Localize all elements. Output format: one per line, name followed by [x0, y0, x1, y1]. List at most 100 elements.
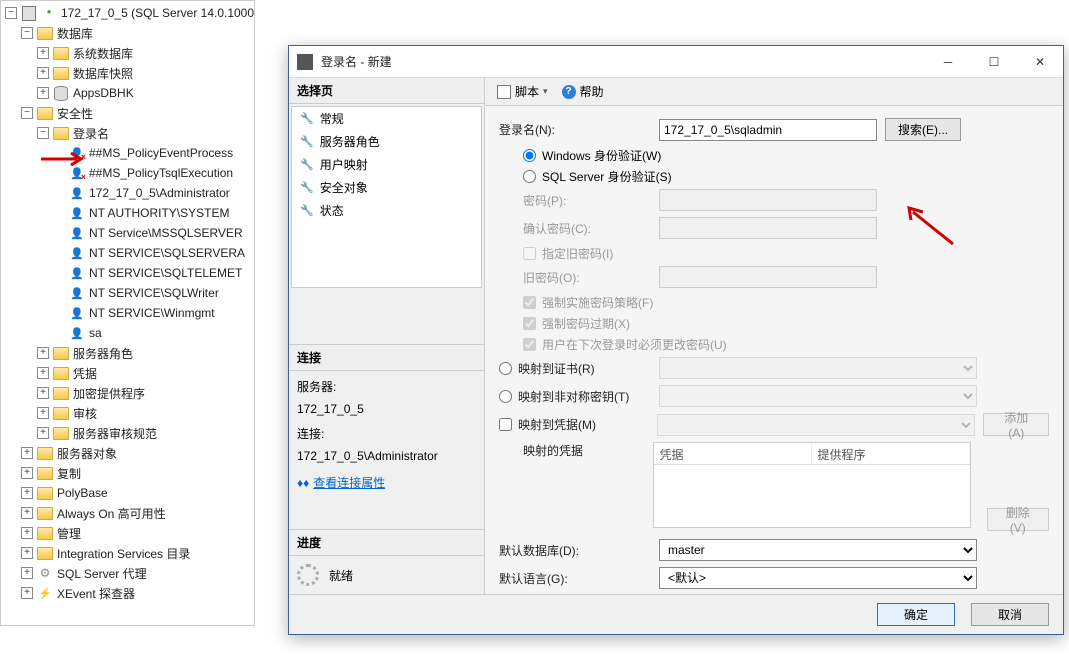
connection-label: 连接:: [297, 424, 476, 446]
expand-icon[interactable]: +: [21, 587, 33, 599]
sys-db-node[interactable]: +系统数据库: [1, 43, 254, 63]
mapped-creds-label: 映射的凭据: [499, 442, 653, 459]
replication-node[interactable]: +复制: [1, 463, 254, 483]
page-server-roles[interactable]: 🔧服务器角色: [292, 130, 481, 153]
old-password-input: [659, 266, 877, 288]
expand-icon[interactable]: +: [21, 447, 33, 459]
form-general: 登录名(N): 搜索(E)... Windows 身份验证(W) SQL Ser…: [485, 106, 1063, 594]
server-roles-node[interactable]: +服务器角色: [1, 343, 254, 363]
tree-label: 172_17_0_5\Administrator: [89, 186, 230, 200]
expand-icon[interactable]: +: [21, 467, 33, 479]
login-item[interactable]: NT SERVICE\SQLTELEMET: [1, 263, 254, 283]
expand-icon[interactable]: +: [37, 67, 49, 79]
server-node[interactable]: −172_17_0_5 (SQL Server 14.0.1000.1: [1, 3, 254, 23]
help-button[interactable]: ?帮助: [558, 81, 608, 102]
expand-icon[interactable]: +: [37, 427, 49, 439]
credentials-node[interactable]: +凭据: [1, 363, 254, 383]
folder-icon: [53, 425, 69, 441]
login-item[interactable]: NT SERVICE\SQLWriter: [1, 283, 254, 303]
map-cred-check[interactable]: [499, 418, 512, 431]
maximize-button[interactable]: ☐: [971, 47, 1017, 77]
server-objects-node[interactable]: +服务器对象: [1, 443, 254, 463]
expand-icon[interactable]: +: [21, 547, 33, 559]
map-cert-radio[interactable]: [499, 362, 512, 375]
expand-icon[interactable]: +: [37, 387, 49, 399]
login-disabled-icon: [69, 165, 85, 181]
page-securables[interactable]: 🔧 安全对象: [292, 176, 481, 199]
login-name-input[interactable]: [659, 119, 877, 141]
minimize-button[interactable]: ─: [925, 47, 971, 77]
integration-node[interactable]: +Integration Services 目录: [1, 543, 254, 563]
login-item[interactable]: sa: [1, 323, 254, 343]
login-name-label: 登录名(N):: [499, 121, 659, 138]
alwayson-node[interactable]: +Always On 高可用性: [1, 503, 254, 523]
titlebar[interactable]: 登录名 - 新建 ─ ☐ ✕: [289, 46, 1063, 78]
must-change-label: 用户在下次登录时必须更改密码(U): [542, 336, 727, 353]
folder-icon: [37, 525, 53, 541]
login-item[interactable]: NT AUTHORITY\SYSTEM: [1, 203, 254, 223]
confirm-password-input: [659, 217, 877, 239]
expand-icon[interactable]: +: [37, 47, 49, 59]
expand-icon[interactable]: +: [21, 487, 33, 499]
sql-auth-radio[interactable]: [523, 170, 536, 183]
tree-label: 服务器审核规范: [73, 425, 157, 442]
collapse-icon[interactable]: −: [21, 107, 33, 119]
status-dot-icon: [41, 5, 57, 21]
search-button[interactable]: 搜索(E)...: [885, 118, 961, 141]
expand-icon[interactable]: +: [37, 407, 49, 419]
security-node[interactable]: −安全性: [1, 103, 254, 123]
page-status[interactable]: 🔧状态: [292, 199, 481, 222]
script-button[interactable]: 脚本: [493, 81, 552, 102]
login-item[interactable]: NT SERVICE\SQLSERVERA: [1, 243, 254, 263]
sql-agent-node[interactable]: +SQL Server 代理: [1, 563, 254, 583]
ok-button[interactable]: 确定: [877, 603, 955, 626]
folder-icon: [53, 365, 69, 381]
object-explorer[interactable]: −172_17_0_5 (SQL Server 14.0.1000.1 −数据库…: [0, 0, 255, 626]
windows-auth-radio[interactable]: [523, 149, 536, 162]
audit-node[interactable]: +审核: [1, 403, 254, 423]
collapse-icon[interactable]: −: [21, 27, 33, 39]
help-label: 帮助: [580, 83, 604, 100]
polybase-node[interactable]: +PolyBase: [1, 483, 254, 503]
enforce-policy-label: 强制实施密码策略(F): [542, 294, 653, 311]
databases-node[interactable]: −数据库: [1, 23, 254, 43]
login-item[interactable]: NT Service\MSSQLSERVER: [1, 223, 254, 243]
crypto-providers-node[interactable]: +加密提供程序: [1, 383, 254, 403]
login-item[interactable]: ##MS_PolicyTsqlExecution: [1, 163, 254, 183]
management-node[interactable]: +管理: [1, 523, 254, 543]
collapse-icon[interactable]: −: [37, 127, 49, 139]
tree-label: ##MS_PolicyTsqlExecution: [89, 166, 233, 180]
collapse-icon[interactable]: −: [5, 7, 17, 19]
server-audit-spec-node[interactable]: + 服务器审核规范: [1, 423, 254, 443]
page-general[interactable]: 🔧常规: [292, 107, 481, 130]
view-connection-link[interactable]: 查看连接属性: [313, 476, 385, 490]
wrench-icon: 🔧: [300, 181, 314, 194]
credentials-table[interactable]: 凭据 提供程序: [653, 442, 971, 528]
default-db-combo[interactable]: master: [659, 539, 977, 561]
folder-icon: [53, 345, 69, 361]
expand-icon[interactable]: +: [21, 507, 33, 519]
user-db-node[interactable]: +AppsDBHK: [1, 83, 254, 103]
logins-node[interactable]: −登录名: [1, 123, 254, 143]
page-label: 安全对象: [320, 179, 368, 196]
expand-icon[interactable]: +: [37, 367, 49, 379]
expand-icon[interactable]: +: [37, 87, 49, 99]
expand-icon[interactable]: +: [37, 347, 49, 359]
connection-info: 服务器: 172_17_0_5 连接: 172_17_0_5\Administr…: [289, 371, 484, 501]
map-asym-radio[interactable]: [499, 390, 512, 403]
login-item[interactable]: ##MS_PolicyEventProcess: [1, 143, 254, 163]
page-user-mapping[interactable]: 🔧用户映射: [292, 153, 481, 176]
default-lang-combo[interactable]: <默认>: [659, 567, 977, 589]
folder-icon: [37, 505, 53, 521]
login-item[interactable]: 172_17_0_5\Administrator: [1, 183, 254, 203]
close-button[interactable]: ✕: [1017, 47, 1063, 77]
login-item[interactable]: NT SERVICE\Winmgmt: [1, 303, 254, 323]
db-snapshot-node[interactable]: +数据库快照: [1, 63, 254, 83]
xevent-node[interactable]: +XEvent 探查器: [1, 583, 254, 603]
sql-auth-radio-row[interactable]: SQL Server 身份验证(S): [499, 168, 1049, 185]
cancel-button[interactable]: 取消: [971, 603, 1049, 626]
windows-auth-radio-row[interactable]: Windows 身份验证(W): [499, 147, 1049, 164]
expand-icon[interactable]: +: [21, 567, 33, 579]
tree-label: NT SERVICE\SQLSERVERA: [89, 246, 245, 260]
expand-icon[interactable]: +: [21, 527, 33, 539]
